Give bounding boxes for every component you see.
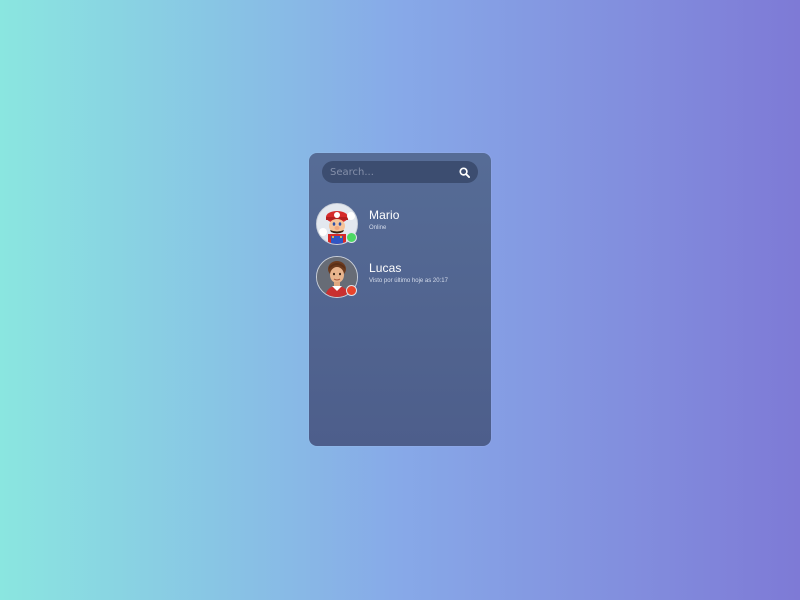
search-input[interactable] bbox=[330, 166, 458, 178]
contact-status-text: Online bbox=[369, 225, 387, 231]
offline-status-dot bbox=[346, 285, 357, 296]
chat-contacts-panel: Mario Online Lucas Visto por último bbox=[309, 153, 491, 446]
contact-item-lucas[interactable]: Lucas Visto por último hoje as 20:17 bbox=[316, 256, 484, 300]
contact-name: Mario bbox=[369, 208, 400, 222]
search-icon[interactable] bbox=[458, 166, 470, 178]
contact-name: Lucas bbox=[369, 261, 402, 275]
contact-status-text: Visto por último hoje as 20:17 bbox=[369, 278, 448, 284]
contact-item-mario[interactable]: Mario Online bbox=[316, 203, 484, 247]
online-status-dot bbox=[346, 232, 357, 243]
search-bar bbox=[322, 161, 478, 183]
